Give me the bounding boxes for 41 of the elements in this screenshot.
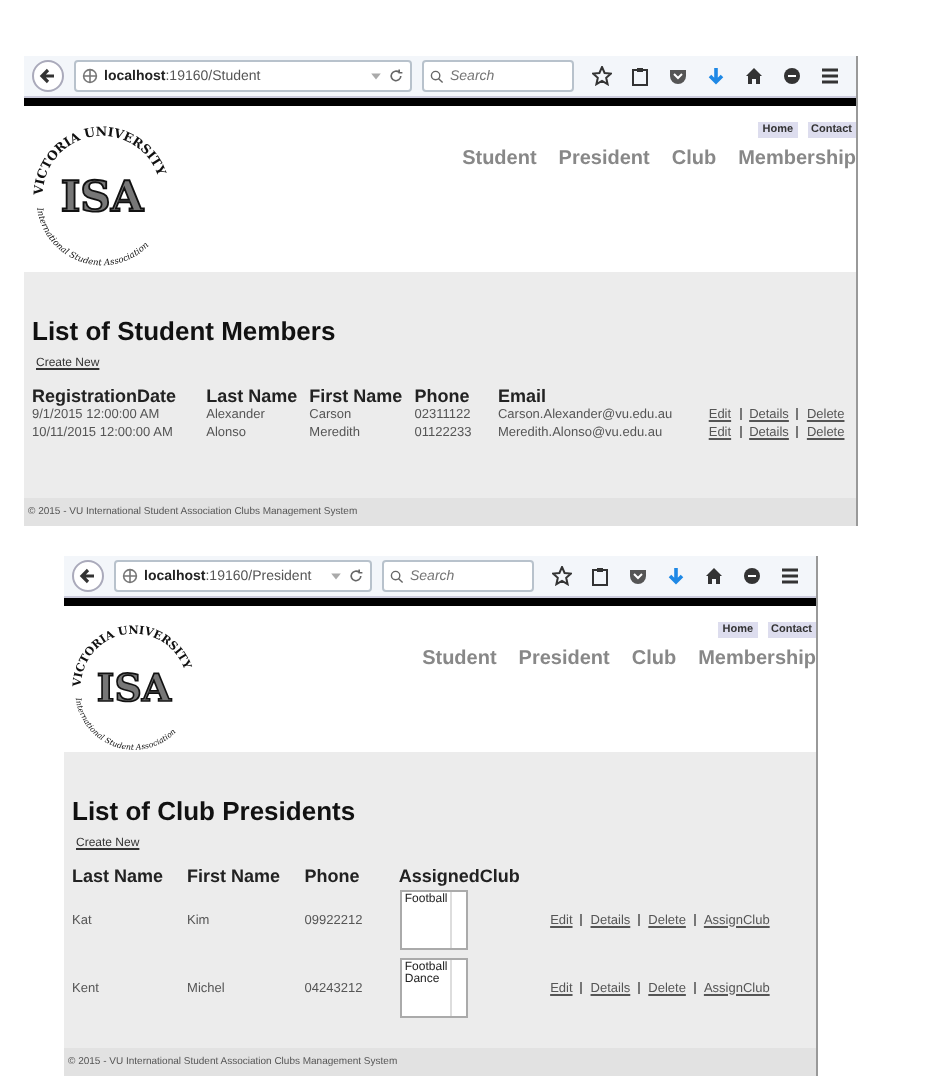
column-header: Email	[497, 386, 548, 406]
home-icon[interactable]	[744, 66, 764, 86]
nav-link[interactable]: Membership	[738, 148, 856, 170]
back-button[interactable]	[32, 60, 64, 92]
column-header: AssignedClub	[398, 866, 522, 886]
column-header: Last Name	[72, 866, 166, 886]
search-icon	[390, 569, 404, 583]
nav-link[interactable]: Student	[462, 148, 537, 170]
download-icon[interactable]	[666, 566, 686, 586]
column-header: First Name	[309, 386, 415, 406]
nav-link[interactable]: Student	[422, 648, 497, 670]
star-icon[interactable]	[592, 66, 612, 86]
column-header: RegistrationDate	[32, 386, 179, 406]
back-arrow-icon	[38, 66, 58, 86]
nav-link[interactable]: Club	[631, 648, 677, 670]
reload-icon[interactable]	[388, 68, 404, 84]
clipboard-icon[interactable]	[630, 66, 650, 86]
page-heading: List of Student Members	[32, 316, 338, 346]
column-header: First Name	[187, 866, 305, 886]
menu-icon[interactable]	[780, 566, 800, 586]
column-header: Last Name	[206, 386, 300, 406]
download-icon[interactable]	[706, 66, 726, 86]
back-arrow-icon	[78, 566, 98, 586]
page-heading: List of Club Presidents	[72, 796, 358, 826]
column-header: Phone	[304, 866, 399, 886]
star-icon[interactable]	[552, 566, 572, 586]
nav-link[interactable]: Club	[671, 148, 717, 170]
pocket-icon[interactable]	[668, 66, 688, 86]
home-icon[interactable]	[704, 566, 724, 586]
menu-icon[interactable]	[820, 66, 840, 86]
search-icon	[430, 69, 444, 83]
nav-link[interactable]: President	[558, 148, 650, 170]
clipboard-icon[interactable]	[590, 566, 610, 586]
globe-icon	[82, 68, 98, 84]
reload-icon[interactable]	[348, 568, 364, 584]
nav-link[interactable]: President	[518, 648, 610, 670]
column-header: Phone	[414, 386, 472, 406]
pocket-icon[interactable]	[628, 566, 648, 586]
nav-link[interactable]: Membership	[698, 648, 816, 670]
globe-icon	[122, 568, 138, 584]
back-button[interactable]	[72, 560, 104, 592]
